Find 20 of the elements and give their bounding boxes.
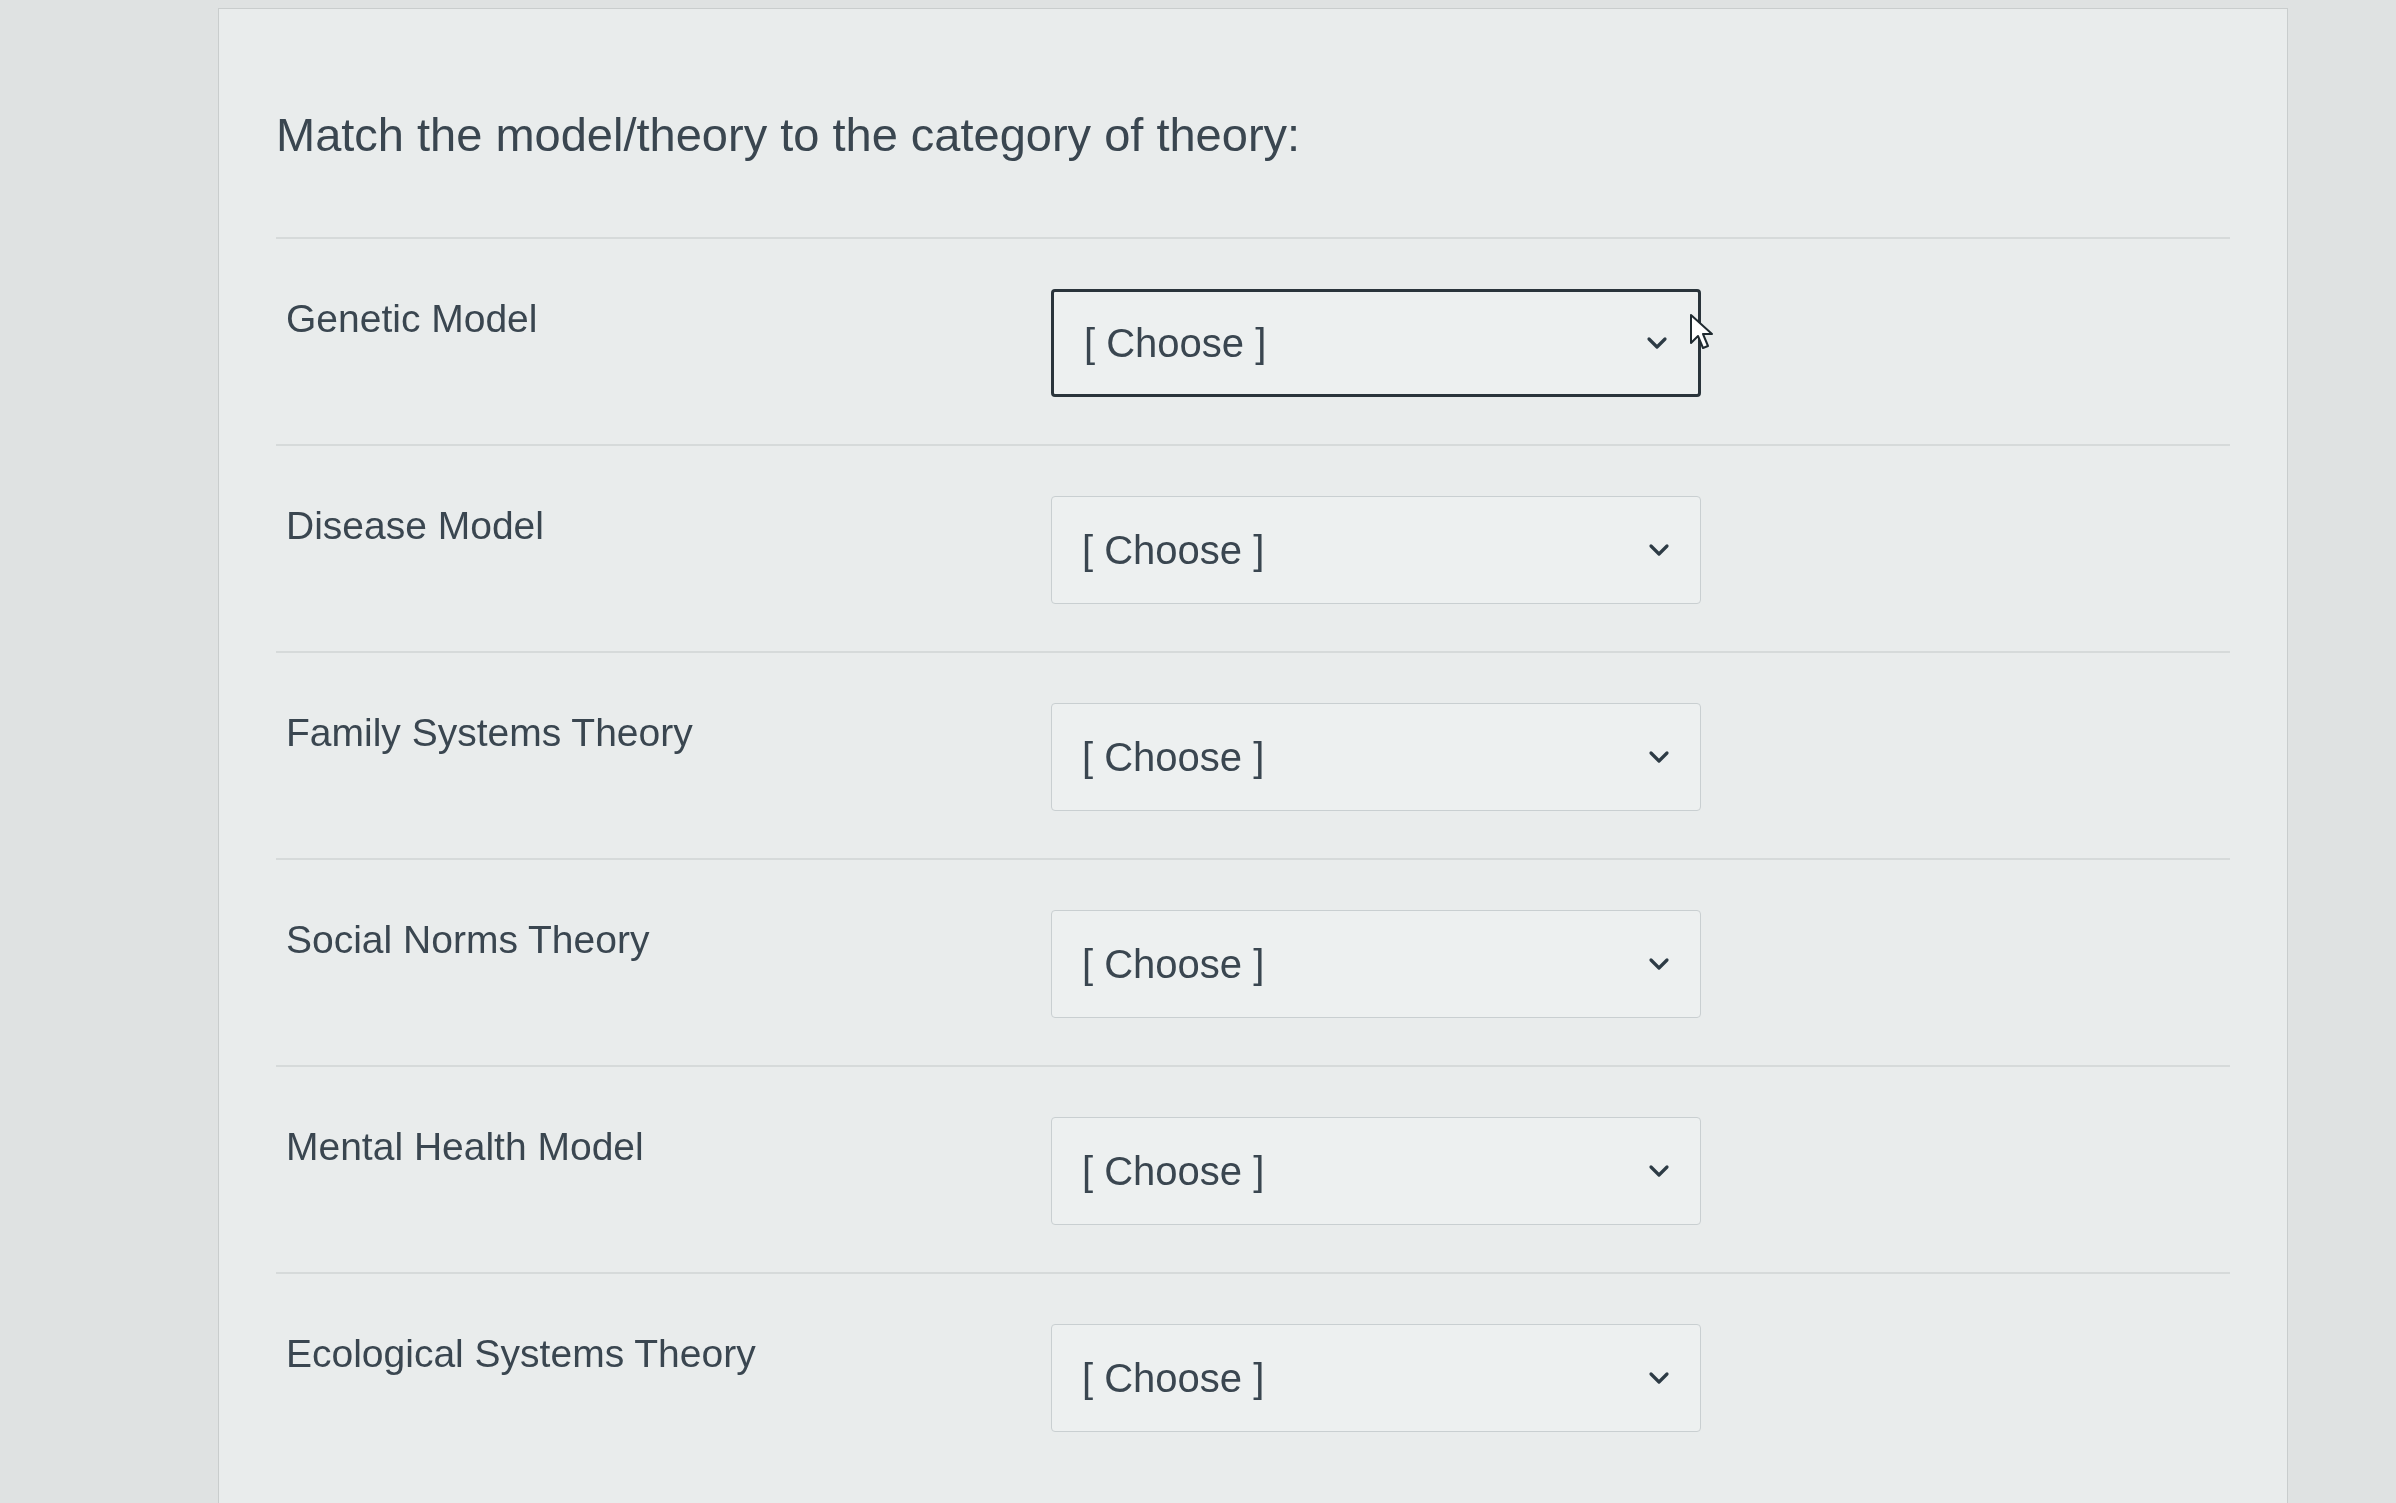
item-label: Genetic Model	[286, 296, 539, 342]
item-label: Family Systems Theory	[286, 710, 694, 756]
item-label: Social Norms Theory	[286, 917, 651, 963]
mouse-pointer-icon	[1689, 313, 1715, 351]
answer-dropdown[interactable]: [ Choose ]	[1051, 703, 1701, 811]
chevron-down-icon	[1648, 750, 1670, 764]
answer-dropdown[interactable]: [ Choose ]	[1051, 1117, 1701, 1225]
answer-dropdown[interactable]: [ Choose ]	[1051, 1324, 1701, 1432]
item-label: Disease Model	[286, 503, 545, 549]
chevron-down-icon	[1648, 1371, 1670, 1385]
item-label: Mental Health Model	[286, 1124, 645, 1170]
chevron-down-icon	[1648, 957, 1670, 971]
item-label: Ecological Systems Theory	[286, 1331, 757, 1377]
chevron-down-icon	[1648, 1164, 1670, 1178]
answer-dropdown[interactable]: [ Choose ]	[1051, 496, 1701, 604]
chevron-down-icon	[1646, 336, 1668, 350]
answer-dropdown[interactable]: [ Choose ]	[1051, 910, 1701, 1018]
question-text: Match the model/theory to the category of theory:	[276, 107, 1302, 163]
answer-dropdown[interactable]: [ Choose ]	[1051, 289, 1701, 397]
chevron-down-icon	[1648, 543, 1670, 557]
